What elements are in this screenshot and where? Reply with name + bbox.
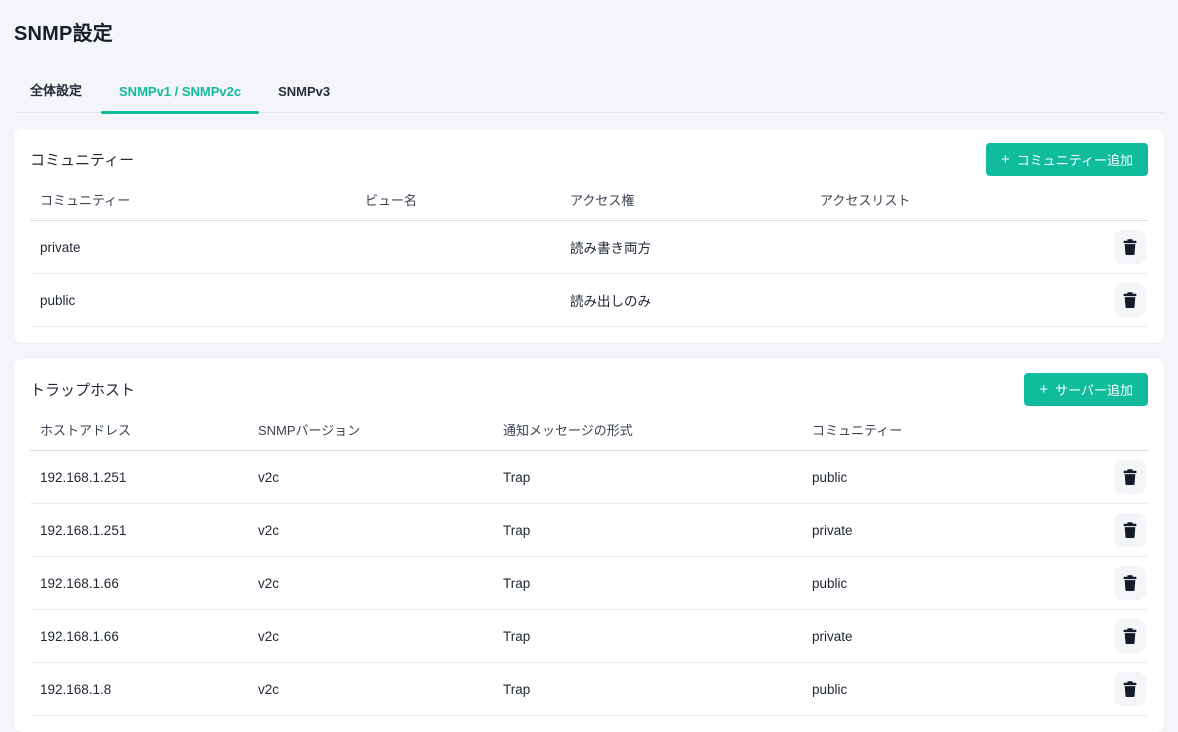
table-row: 192.168.1.251v2cTrappublic [30,451,1148,504]
tab-general-settings[interactable]: 全体設定 [28,72,84,112]
add-community-label: コミュニティー追加 [1017,150,1133,169]
cell-community: public [30,293,355,308]
community-card-header: コミュニティー + コミュニティー追加 [30,142,1148,176]
column-header-view-name: ビュー名 [355,180,560,220]
row-actions [1104,283,1148,317]
trash-icon [1123,469,1137,485]
snmp-settings-page: SNMP設定 全体設定 SNMPv1 / SNMPv2c SNMPv3 コミュニ… [0,0,1178,732]
row-actions [1104,566,1148,600]
cell-community: public [802,576,1104,591]
add-server-button[interactable]: + サーバー追加 [1024,373,1148,406]
cell-notification-format: Trap [493,523,802,538]
column-header-access-rights: アクセス権 [560,180,810,220]
cell-notification-format: Trap [493,629,802,644]
column-header-community: コミュニティー [30,180,355,220]
traphost-card-title: トラップホスト [30,379,135,400]
cell-community: private [30,240,355,255]
tab-bar: 全体設定 SNMPv1 / SNMPv2c SNMPv3 [14,72,1164,113]
column-header-snmp-version: SNMPバージョン [248,410,493,450]
plus-icon: + [1039,382,1048,397]
cell-host-address: 192.168.1.66 [30,576,248,591]
community-table-header: コミュニティー ビュー名 アクセス権 アクセスリスト [30,180,1148,221]
column-header-notification-format: 通知メッセージの形式 [493,410,802,450]
column-header-actions [1104,190,1148,211]
row-actions [1104,513,1148,547]
table-row: 192.168.1.66v2cTrapprivate [30,610,1148,663]
row-actions [1104,619,1148,653]
column-header-access-list: アクセスリスト [810,180,1104,220]
delete-row-button[interactable] [1114,566,1146,600]
cell-notification-format: Trap [493,682,802,697]
tab-snmpv1-snmpv2c[interactable]: SNMPv1 / SNMPv2c [117,76,243,112]
table-row: 192.168.1.66v2cTrappublic [30,557,1148,610]
plus-icon: + [1001,152,1010,167]
row-actions [1104,230,1148,264]
add-community-button[interactable]: + コミュニティー追加 [986,143,1148,176]
trash-icon [1123,628,1137,644]
delete-row-button[interactable] [1114,513,1146,547]
cell-host-address: 192.168.1.8 [30,682,248,697]
cell-host-address: 192.168.1.251 [30,523,248,538]
trash-icon [1123,522,1137,538]
delete-row-button[interactable] [1114,619,1146,653]
delete-row-button[interactable] [1114,672,1146,706]
table-row: 192.168.1.8v2cTrappublic [30,663,1148,716]
traphost-table-body: 192.168.1.251v2cTrappublic192.168.1.251v… [30,451,1148,716]
community-table-body: private 読み書き両方 public 読み出しのみ [30,221,1148,327]
cell-snmp-version: v2c [248,523,493,538]
delete-row-button[interactable] [1114,230,1146,264]
cell-host-address: 192.168.1.66 [30,629,248,644]
cell-community: private [802,629,1104,644]
cell-snmp-version: v2c [248,470,493,485]
cell-notification-format: Trap [493,576,802,591]
cell-snmp-version: v2c [248,629,493,644]
trash-icon [1123,239,1137,255]
row-actions [1104,672,1148,706]
column-header-actions [1104,420,1148,441]
row-actions [1104,460,1148,494]
traphost-table-header: ホストアドレス SNMPバージョン 通知メッセージの形式 コミュニティー [30,410,1148,451]
cell-access-rights: 読み書き両方 [560,237,810,257]
trash-icon [1123,292,1137,308]
cell-community: private [802,523,1104,538]
page-title: SNMP設定 [14,0,1164,46]
traphost-table: ホストアドレス SNMPバージョン 通知メッセージの形式 コミュニティー 192… [30,410,1148,716]
add-server-label: サーバー追加 [1055,380,1133,399]
community-table: コミュニティー ビュー名 アクセス権 アクセスリスト private 読み書き両方… [30,180,1148,327]
column-header-host-address: ホストアドレス [30,410,248,450]
community-card: コミュニティー + コミュニティー追加 コミュニティー ビュー名 アクセス権 ア… [14,129,1164,343]
trash-icon [1123,681,1137,697]
cell-host-address: 192.168.1.251 [30,470,248,485]
cell-snmp-version: v2c [248,576,493,591]
table-row: 192.168.1.251v2cTrapprivate [30,504,1148,557]
column-header-community: コミュニティー [802,410,1104,450]
trash-icon [1123,575,1137,591]
community-card-title: コミュニティー [30,149,134,170]
table-row: private 読み書き両方 [30,221,1148,274]
tab-snmpv3[interactable]: SNMPv3 [276,76,332,112]
delete-row-button[interactable] [1114,283,1146,317]
traphost-card: トラップホスト + サーバー追加 ホストアドレス SNMPバージョン 通知メッセ… [14,359,1164,732]
cell-community: public [802,470,1104,485]
table-row: public 読み出しのみ [30,274,1148,327]
delete-row-button[interactable] [1114,460,1146,494]
cell-notification-format: Trap [493,470,802,485]
cell-access-rights: 読み出しのみ [560,290,810,310]
cell-snmp-version: v2c [248,682,493,697]
traphost-card-header: トラップホスト + サーバー追加 [30,372,1148,406]
cell-community: public [802,682,1104,697]
